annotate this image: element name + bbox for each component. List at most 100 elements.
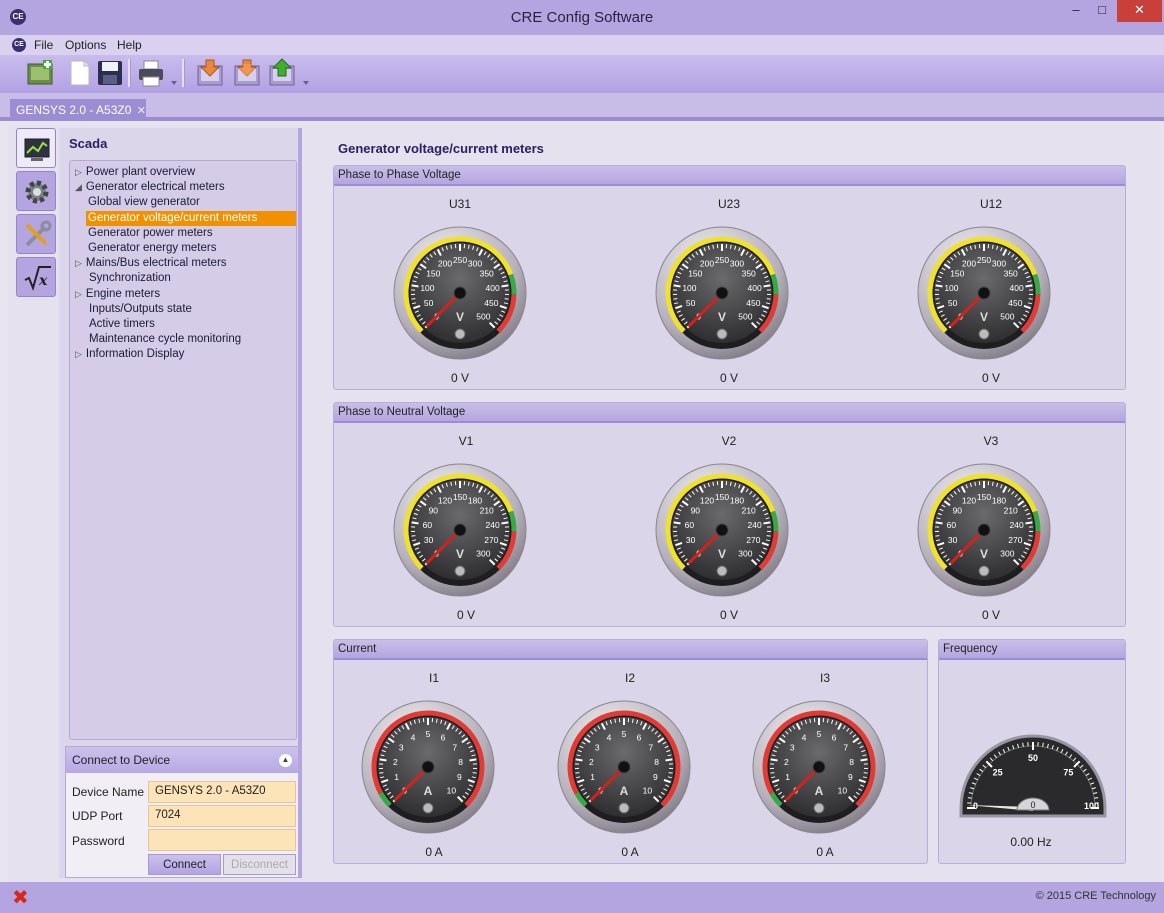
menu-file[interactable]: File [34,38,53,52]
gauge-unit: V [718,310,726,324]
wrench-screwdriver-icon [25,220,52,247]
collapse-icon[interactable]: ▲ [279,754,292,767]
transfer-dropdown-arrow[interactable] [303,81,309,85]
print-icon[interactable] [137,58,165,88]
expand-arrow-icon[interactable]: ▷ [75,167,82,177]
tab-gensys-document[interactable]: GENSYS 2.0 - A53Z0 ✕ [10,99,146,121]
error-icon[interactable]: ✖ [12,888,29,908]
gauge-tick-label: 210 [1004,506,1018,516]
tree-item[interactable]: ▷ Mains/Bus electrical meters [75,256,227,271]
gauge-tick-label: 100 [944,283,958,293]
gauge-tick-label: 3 [595,743,600,753]
group-header: Phase to Phase Voltage [334,166,1125,186]
download-all-icon[interactable] [233,58,261,88]
gauge-tick-label: 250 [453,255,467,265]
gauge-unit: V [980,547,988,561]
tree-item[interactable]: ◢ Generator electrical meters [75,180,225,195]
gauge-tick-label: 450 [746,298,760,308]
gauge-knob [716,328,728,340]
gauge-tick-label: 50 [686,298,696,308]
gauge-tick-label: 240 [485,520,499,530]
collapse-arrow-icon[interactable]: ◢ [75,182,82,192]
gauge-tick-label: 100 [420,283,434,293]
tab-scada[interactable] [16,128,56,168]
tree-item-label: Generator electrical meters [85,181,225,194]
udp-port-input[interactable]: 7024 [148,805,296,827]
disconnect-button[interactable]: Disconnect [223,854,296,875]
frequency-value: 0.00 Hz [1010,835,1052,849]
tree-item[interactable]: ▷ Information Display [75,347,184,362]
gauge-tick-label: 350 [480,269,494,279]
gauge-tick [860,758,868,762]
gauge-tick-label: 4 [802,733,807,743]
tree-item[interactable]: Generator energy meters [88,241,216,256]
menu-options[interactable]: Options [65,38,106,52]
sqrt-x-icon: x [24,266,51,292]
gauge-tick-label: 60 [423,520,433,530]
menu-app-icon[interactable]: CE [12,38,26,52]
gauge-tick-label: 8 [458,757,463,767]
gauge-tick-label: 5 [622,729,627,739]
gauge-tick-label: 300 [1000,548,1014,558]
gauge-tick-label: 400 [1009,283,1023,293]
group-header: Current [334,640,927,660]
gauge-tick-label: 250 [715,255,729,265]
gauge-tick-label: 7 [452,743,457,753]
tree-item[interactable]: Active timers [75,317,155,332]
tree-item[interactable]: Global view generator [88,195,200,210]
gauge-tick-label: 300 [468,259,482,269]
gauge-tick-label: 300 [476,548,490,558]
tree-item[interactable]: ▷ Power plant overview [75,165,195,180]
tree-item[interactable]: Generator voltage/current meters [86,210,296,226]
gauge-tick-label: 10 [447,785,457,795]
gauge-tick-label: 7 [648,743,653,753]
tree-item[interactable]: ▷ Engine meters [75,287,160,302]
tab-configuration[interactable] [16,171,56,211]
group-header: Frequency [939,640,1125,660]
gauge-knob [813,802,825,814]
tree-item[interactable]: Maintenance cycle monitoring [75,332,241,347]
new-config-icon[interactable] [26,58,54,88]
expand-arrow-icon[interactable]: ▷ [75,258,82,268]
tab-close-icon[interactable]: ✕ [137,105,146,117]
gauge-tick-label: 7 [843,743,848,753]
connect-button[interactable]: Connect [148,854,221,875]
device-name-select[interactable]: GENSYS 2.0 - A53Z0 ▼ [148,781,377,803]
print-dropdown-arrow[interactable] [171,81,177,85]
gauge-tick [1025,284,1033,288]
tree-item[interactable]: Generator power meters [88,226,213,241]
gauge-tick [501,284,509,288]
gauge-tick-label: 300 [730,259,744,269]
tree-item[interactable]: Synchronization [75,271,171,286]
gauge-tick [863,772,868,774]
gauge-tick [501,521,509,525]
gauge-tick-label: 200 [962,259,976,269]
gauge-tick-label: 120 [438,496,452,506]
save-icon[interactable] [96,58,124,88]
minimize-button[interactable]: – [1063,0,1089,22]
gauge-tick-label: 270 [484,535,498,545]
tree-item[interactable]: Inputs/Outputs state [75,302,192,317]
gauge-tick-label: 90 [429,506,439,516]
password-input[interactable] [148,829,296,851]
gauge-knob [454,328,466,340]
menu-help[interactable]: Help [117,38,142,52]
expand-arrow-icon[interactable]: ▷ [75,289,82,299]
tree-item-label: Engine meters [85,287,161,300]
gauge-tick-label: 4 [411,733,416,743]
maximize-button[interactable]: □ [1089,0,1115,22]
expand-arrow-icon[interactable]: ▷ [75,349,82,359]
tab-tools[interactable] [16,214,56,254]
tab-equations[interactable]: x [16,257,56,297]
tree-item-label: Active timers [89,318,155,330]
gauge-label: U12 [979,197,1002,211]
close-button[interactable]: ✕ [1117,0,1162,22]
open-file-icon[interactable] [66,58,94,88]
upload-icon[interactable] [268,58,296,88]
gauge-tick-label: 3 [399,743,404,753]
gauge-tick-label: 60 [947,520,957,530]
gauge-tick [379,772,384,774]
gauge-tick [1028,535,1033,537]
connect-header[interactable]: Connect to Device ▲ [66,747,298,773]
download-icon[interactable] [196,58,224,88]
